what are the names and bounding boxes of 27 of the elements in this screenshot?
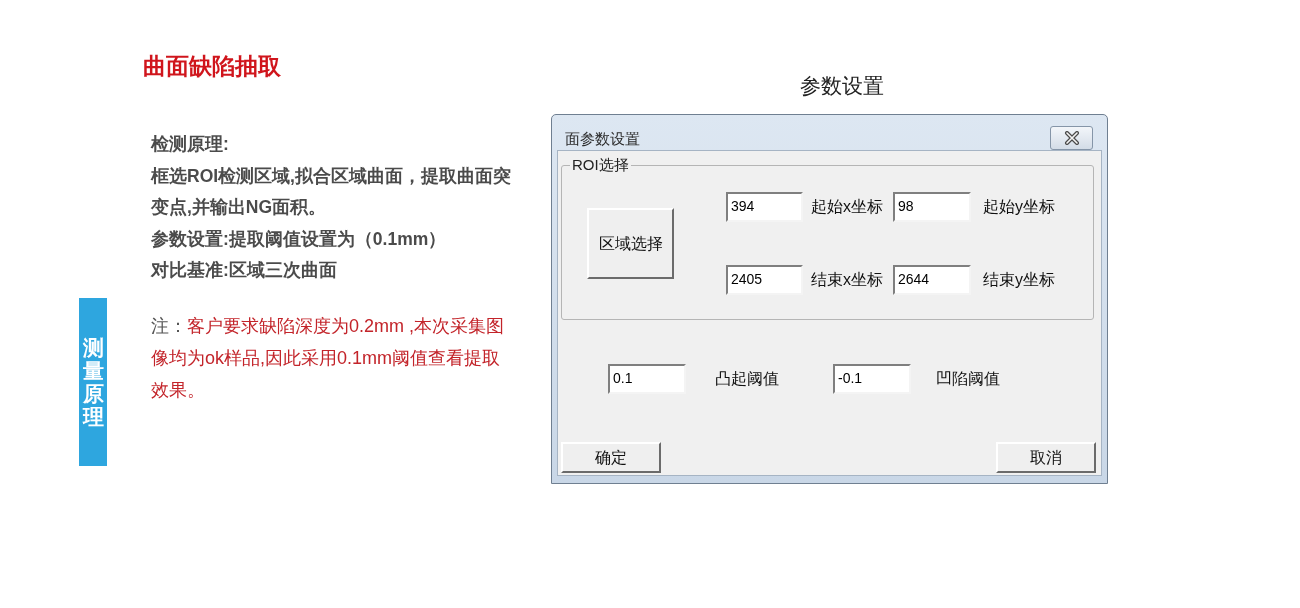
- field-label: 结束x坐标: [811, 270, 883, 290]
- page-heading: 曲面缺陷抽取: [143, 52, 281, 81]
- dialog-button[interactable]: 确定: [561, 442, 661, 473]
- input-field[interactable]: 0.1: [608, 364, 686, 394]
- dialog-title: 面参数设置: [565, 129, 640, 149]
- dialog-button[interactable]: 取消: [996, 442, 1096, 473]
- region-select-button[interactable]: 区域选择: [587, 208, 674, 279]
- principle-heading: 检测原理:: [151, 133, 229, 156]
- input-field[interactable]: 98: [893, 192, 971, 222]
- input-field[interactable]: 394: [726, 192, 803, 222]
- field-label: 凹陷阈值: [936, 369, 1000, 389]
- input-field[interactable]: 2644: [893, 265, 971, 295]
- principle-text: 对比基准:区域三次曲面: [151, 259, 337, 282]
- field-label: 结束y坐标: [983, 270, 1055, 290]
- principle-text: 参数设置:提取阈值设置为（0.1mm）: [151, 227, 447, 251]
- close-icon: [1063, 131, 1080, 145]
- principle-text: 框选ROI检测区域,拟合区域曲面，提取曲面突变点,并输出NG面积。: [151, 164, 512, 219]
- input-field[interactable]: -0.1: [833, 364, 911, 394]
- input-field[interactable]: 2405: [726, 265, 803, 295]
- section-label: 测量原理: [79, 298, 107, 466]
- figure-caption: 参数设置: [799, 73, 884, 100]
- field-label: 起始y坐标: [983, 197, 1055, 217]
- field-label: 凸起阈值: [715, 369, 779, 389]
- close-button[interactable]: [1050, 126, 1093, 150]
- group-legend: ROI选择: [570, 155, 631, 175]
- note-text: 注：客户要求缺陷深度为0.2mm ,本次采集图像均为ok样品,因此采用0.1mm阈值查看提取效果。: [151, 314, 505, 402]
- field-label: 起始x坐标: [811, 197, 883, 217]
